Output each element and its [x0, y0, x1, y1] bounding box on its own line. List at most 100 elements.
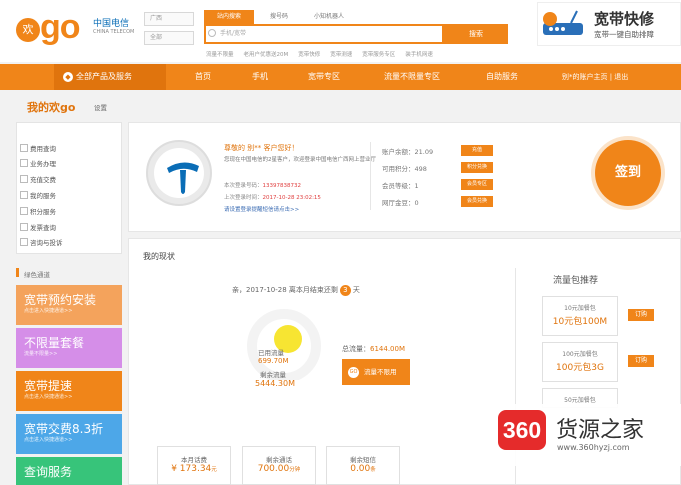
remaining-sms-value: 0.00条: [327, 464, 399, 474]
member-exchange-button[interactable]: 会员兑换: [461, 196, 493, 207]
unlimited-flow-label: 流量不限用: [364, 368, 397, 376]
stat-points: 可用积分：498: [382, 165, 427, 173]
month-remaining-line: 亲，2017-10-28 离本月结束还剩 3 天: [232, 285, 360, 296]
banner-payment-discount[interactable]: 宽带交费8.3折 点击进入快捷通道>>: [16, 414, 122, 454]
search-input[interactable]: 手机/宽带: [204, 24, 444, 44]
watermark-text: 货源之家: [556, 418, 645, 443]
package-name: 10元加餐包: [564, 305, 596, 312]
grid-icon: ◆: [63, 72, 73, 82]
sidebar-item-my-service[interactable]: 我的服务: [20, 190, 56, 200]
monthly-fee-label: 本月话费: [181, 456, 207, 464]
monthly-fee-card: 本月话费 ¥ 173.34元: [157, 446, 231, 485]
telecom-swirl-icon: [167, 162, 199, 194]
sidebar-item-complaint[interactable]: 咨询与投诉: [20, 237, 63, 247]
router-icon: [543, 10, 583, 35]
unlimited-flow-button[interactable]: GO 流量不限用: [342, 359, 410, 385]
monthly-fee-amount: ¥ 173.34: [171, 464, 212, 474]
member-zone-button[interactable]: 会员专区: [461, 179, 493, 190]
all-products-label: 全部产品及服务: [76, 72, 132, 81]
status-title: 我的现状: [143, 252, 175, 261]
used-flow-label: 已用流量: [258, 349, 284, 357]
tab-robot[interactable]: 小知机器人: [304, 10, 354, 24]
banner-title: 宽带提速: [24, 379, 73, 393]
set-reminder-link[interactable]: 请设置登录提醒短信请点击>>: [224, 205, 299, 213]
banner-broadband-install[interactable]: 宽带预约安装 点击进入快捷通道>>: [16, 285, 122, 325]
remaining-calls-card: 剩余通话 700.00分钟: [242, 446, 316, 485]
banner-query-service[interactable]: 查询服务: [16, 457, 122, 485]
last-login-value: 2017-10-28 23:02:15: [262, 195, 321, 201]
points-exchange-button[interactable]: 积分兑换: [461, 162, 493, 173]
carrier-logo-cn: 中国电信: [93, 19, 130, 29]
green-channel-label: 绿色通道: [24, 271, 50, 279]
nav-home[interactable]: 首页: [195, 64, 211, 90]
banner-title: 不限量套餐: [24, 336, 85, 350]
sidebar-menu: [16, 122, 122, 254]
sidebar-item-fee-query[interactable]: 费用查询: [20, 143, 56, 153]
package-title: 流量包推荐: [553, 276, 599, 286]
stat-balance: 账户余额：21.09: [382, 148, 434, 156]
recharge-button[interactable]: 充值: [461, 145, 493, 156]
last-login-label: 上次登录时间：: [224, 195, 263, 201]
nav-self-service[interactable]: 自助服务: [486, 64, 518, 90]
remaining-calls-value: 700.00分钟: [243, 464, 315, 474]
remaining-calls-label: 剩余通话: [266, 456, 292, 464]
login-number-row: 本次登录号码：13397838732: [224, 181, 301, 189]
hot-word-link[interactable]: 流量不限量: [206, 50, 234, 58]
package-name: 100元加餐包: [562, 351, 598, 358]
stat-member-level: 会员等级：1: [382, 182, 419, 190]
date-prefix: 亲，2017-10-28 离本月结束还剩: [232, 286, 338, 294]
go-icon: GO: [348, 367, 359, 378]
banner-subtitle: 流量不限量>>: [24, 351, 58, 357]
nav-unlimited[interactable]: 流量不限量专区: [384, 64, 440, 90]
used-flow-value: 699.70M: [258, 357, 289, 365]
hot-word-link[interactable]: 宽带快修: [298, 50, 320, 58]
banner-unlimited[interactable]: 不限量套餐 流量不限量>>: [16, 328, 122, 368]
nav-user-account[interactable]: 别*的账户主页 | 退出: [562, 64, 628, 90]
signin-button[interactable]: 签到: [595, 140, 661, 206]
hot-words: 流量不限量 老用户优惠送20M 宽带快修 宽带测速 宽带服务专区 装手机网速: [206, 50, 433, 58]
monthly-fee-value: ¥ 173.34元: [158, 464, 230, 474]
days-left-badge: 3: [339, 285, 351, 296]
package-name: 50元加餐包: [564, 397, 596, 404]
greeting-text: 尊敬的 别** 客户您好！: [224, 144, 299, 152]
watermark-url: www.360hyzj.com: [557, 443, 630, 452]
category-select[interactable]: 全部: [144, 31, 194, 45]
banner-title: 宽带预约安装: [24, 293, 97, 307]
search-icon: [208, 29, 216, 37]
stat-gold-beans: 网厅金豆：0: [382, 199, 419, 207]
carrier-logo: 中国电信 CHINA TELECOM: [93, 16, 134, 35]
tab-site-search[interactable]: 站内搜索: [204, 10, 254, 24]
all-products-button[interactable]: ◆ 全部产品及服务: [54, 64, 166, 90]
remaining-sms-label: 剩余短信: [350, 456, 376, 464]
search-tabs: 站内搜索 搜号码 小知机器人: [204, 10, 354, 24]
login-number-label: 本次登录号码：: [224, 183, 263, 189]
settings-link[interactable]: 设置: [94, 102, 107, 112]
remaining-calls-amount: 700.00: [257, 464, 290, 474]
search-button[interactable]: 搜索: [444, 24, 508, 44]
date-suffix: 天: [352, 286, 360, 294]
banner-subtitle: 点击进入快捷通道>>: [24, 394, 73, 400]
hot-word-link[interactable]: 宽带服务专区: [362, 50, 395, 58]
order-button[interactable]: 订购: [628, 355, 654, 367]
nav-broadband[interactable]: 宽带专区: [308, 64, 340, 90]
sidebar-item-points[interactable]: 积分服务: [20, 206, 56, 216]
package-offer: 100元包3G: [556, 363, 604, 373]
nav-mobile[interactable]: 手机: [252, 64, 268, 90]
hot-word-link[interactable]: 宽带测速: [330, 50, 352, 58]
logo-text[interactable]: go: [40, 8, 81, 47]
tab-number-search[interactable]: 搜号码: [254, 10, 304, 24]
logo-mark[interactable]: 欢: [16, 18, 40, 42]
hot-word-link[interactable]: 装手机网速: [405, 50, 433, 58]
sidebar-item-invoice[interactable]: 发票查询: [20, 222, 56, 232]
remaining-flow-value: 5444.30M: [255, 379, 295, 388]
sidebar-item-business[interactable]: 业务办理: [20, 158, 56, 168]
province-select[interactable]: 广西: [144, 12, 194, 26]
banner-speedup[interactable]: 宽带提速 点击进入快捷通道>>: [16, 371, 122, 411]
banner-subtitle: 点击进入快捷通道>>: [24, 437, 73, 443]
sidebar-item-recharge[interactable]: 充值交费: [20, 174, 56, 184]
promo-title: 宽带快修: [594, 10, 655, 28]
promo-subtitle: 宽带一键自助排障: [594, 30, 654, 39]
hot-word-link[interactable]: 老用户优惠送20M: [244, 50, 289, 58]
remaining-sms-amount: 0.00: [350, 464, 371, 474]
order-button[interactable]: 订购: [628, 309, 654, 321]
